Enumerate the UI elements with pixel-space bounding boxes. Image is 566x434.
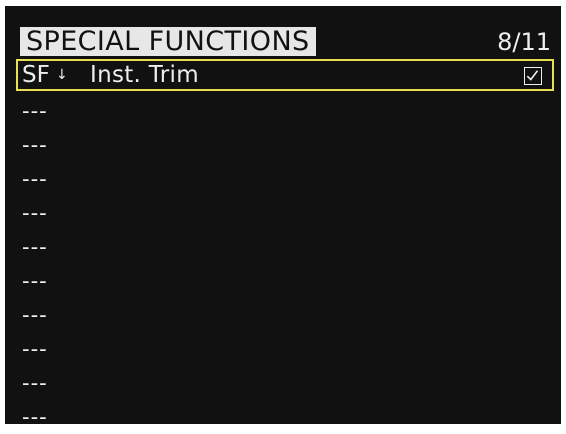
sf-prefix-label: SF [22,62,50,88]
empty-function-row[interactable]: --- [22,264,48,298]
empty-function-row[interactable]: --- [22,400,48,434]
empty-function-row[interactable]: --- [22,332,48,366]
empty-function-row[interactable]: --- [22,196,48,230]
empty-function-row[interactable]: --- [22,128,48,162]
empty-function-row[interactable]: --- [22,298,48,332]
checkbox-checked-icon[interactable] [524,67,542,85]
empty-function-row[interactable]: --- [22,162,48,196]
special-functions-list: --- --- --- --- --- --- --- --- --- --- [22,94,48,434]
empty-function-row[interactable]: --- [22,94,48,128]
sf-arrow-icon: ↓ [56,67,68,83]
page-indicator: 8/11 [497,28,551,56]
empty-function-row[interactable]: --- [22,366,48,400]
special-function-row-selected[interactable]: SF ↓ Inst. Trim [16,59,554,91]
sf-function-name: Inst. Trim [90,62,199,88]
page-title: SPECIAL FUNCTIONS [20,27,316,57]
empty-function-row[interactable]: --- [22,230,48,264]
radio-screen: SPECIAL FUNCTIONS 8/11 SF ↓ Inst. Trim -… [5,6,561,429]
